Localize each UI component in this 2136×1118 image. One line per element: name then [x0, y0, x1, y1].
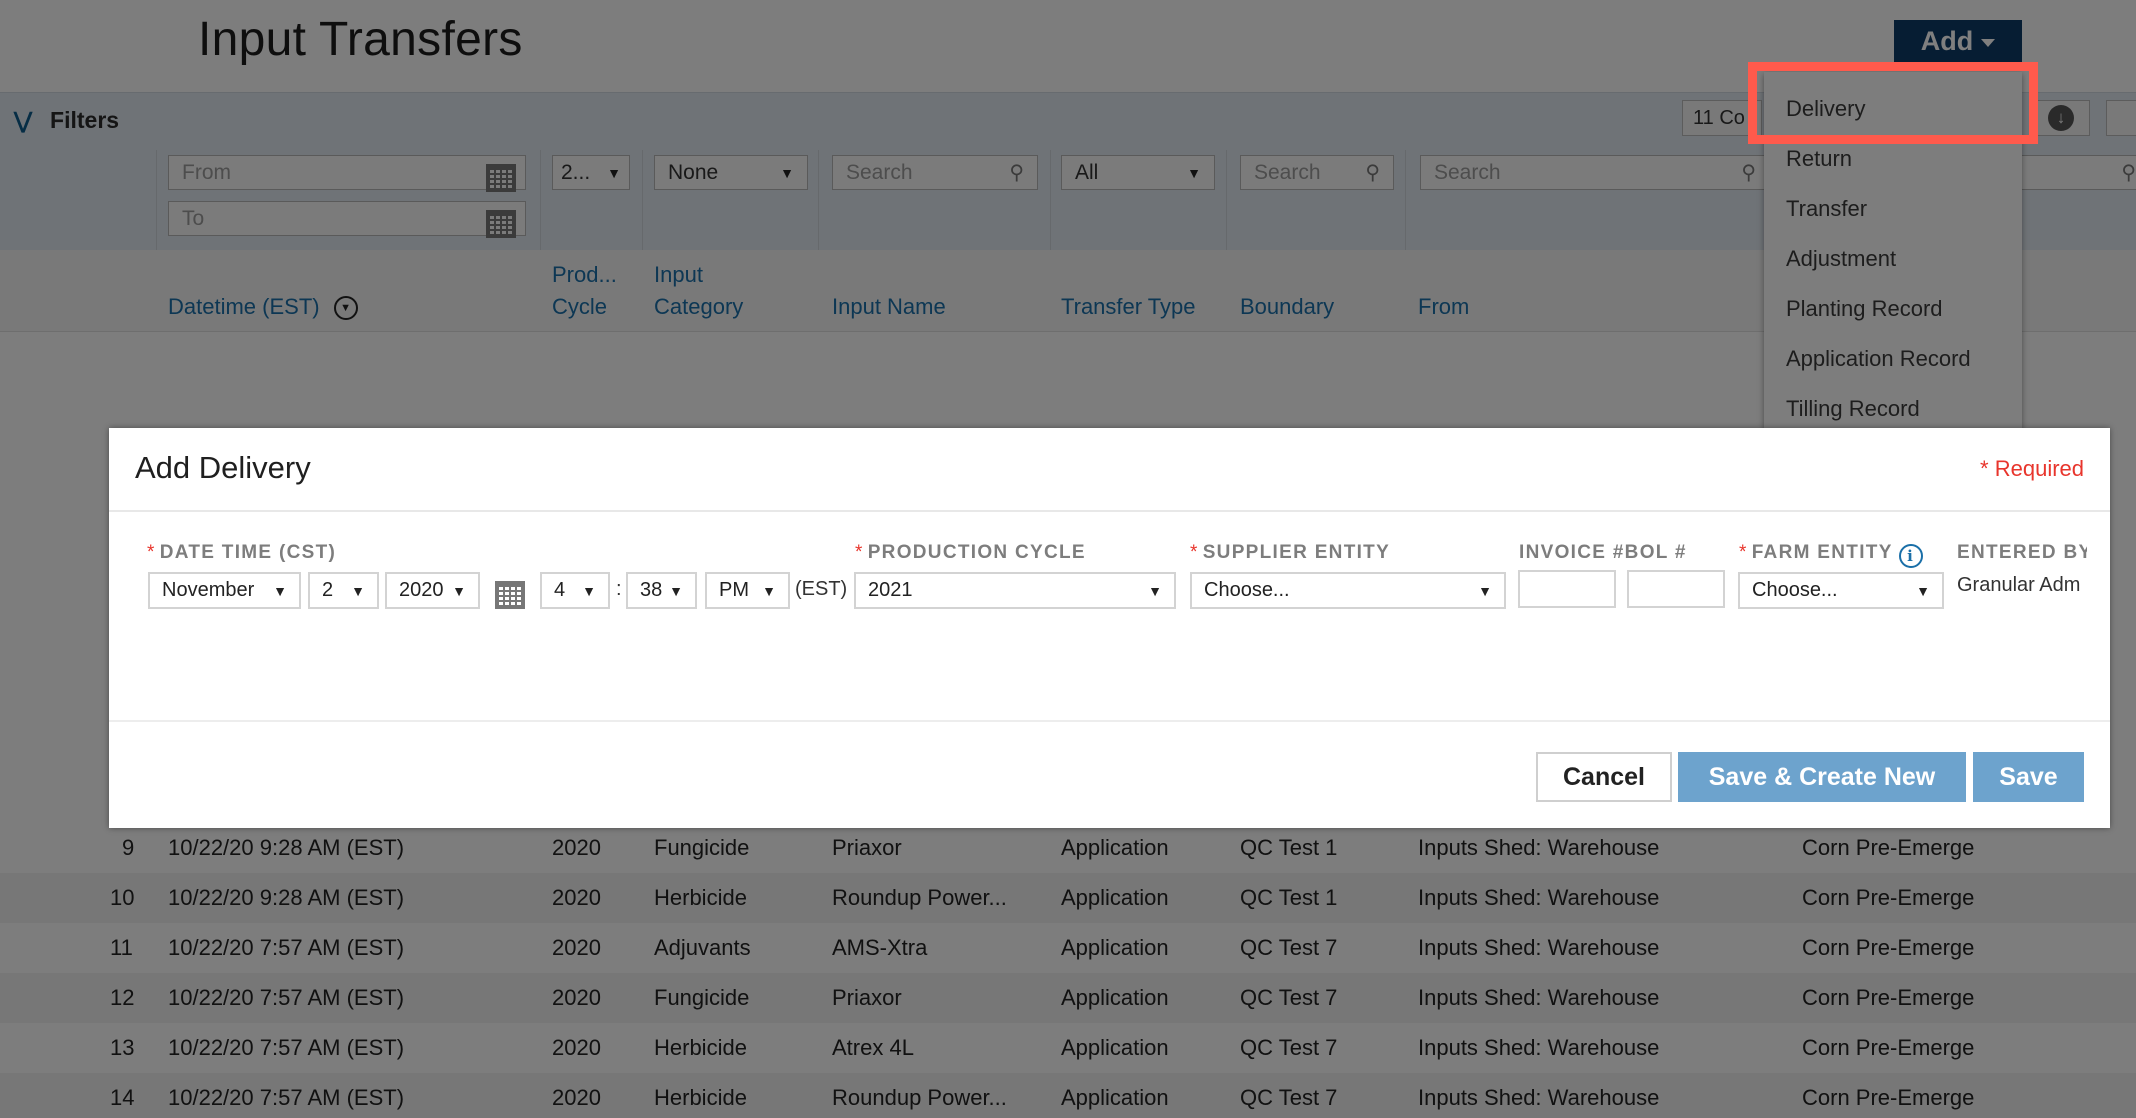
year-select[interactable]: 2020 ▼ — [385, 572, 480, 609]
modal-body: * DATE TIME (CST) November ▼ 2 ▼ 2020 ▼ 4 ▼ :… — [109, 512, 2110, 722]
required-asterisk: * — [855, 542, 864, 563]
dropdown-arrow-icon: ▼ — [762, 582, 776, 599]
menu-item-tilling-record[interactable]: Tilling Record — [1764, 384, 2022, 434]
entered-by-value: Granular Adm — [1957, 574, 2081, 596]
save-and-create-new-button[interactable]: Save & Create New — [1678, 752, 1966, 802]
day-select[interactable]: 2 ▼ — [308, 572, 379, 609]
menu-item-planting-record[interactable]: Planting Record — [1764, 284, 2022, 334]
dropdown-arrow-icon: ▼ — [1148, 582, 1162, 599]
timezone-label: (EST) — [795, 578, 848, 600]
dropdown-arrow-icon: ▼ — [582, 582, 596, 599]
hour-value: 4 — [554, 579, 566, 601]
supplier-entity-value: Choose... — [1204, 579, 1290, 601]
month-value: November — [162, 579, 255, 601]
farm-entity-label-text: FARM ENTITY — [1751, 542, 1893, 563]
production-cycle-value: 2021 — [868, 579, 913, 601]
ampm-select[interactable]: PM ▼ — [705, 572, 790, 609]
farm-entity-value: Choose... — [1752, 579, 1838, 601]
bol-number-input[interactable] — [1627, 570, 1725, 608]
minute-value: 38 — [640, 579, 663, 601]
production-cycle-select[interactable]: 2021 ▼ — [854, 572, 1176, 609]
month-select[interactable]: November ▼ — [148, 572, 301, 609]
modal-header: Add Delivery * Required — [109, 428, 2110, 512]
day-value: 2 — [322, 579, 334, 601]
save-button[interactable]: Save — [1973, 752, 2084, 802]
dropdown-arrow-icon: ▼ — [452, 582, 466, 599]
delivery-highlight-annotation — [1748, 62, 2038, 144]
info-icon[interactable]: i — [1898, 544, 1923, 568]
time-separator: : — [616, 578, 622, 600]
dropdown-arrow-icon: ▼ — [1478, 582, 1492, 599]
supplier-entity-select[interactable]: Choose... ▼ — [1190, 572, 1506, 609]
menu-item-application-record[interactable]: Application Record — [1764, 334, 2022, 384]
farm-entity-label: * FARM ENTITY i — [1739, 542, 1923, 568]
production-cycle-label-text: PRODUCTION CYCLE — [867, 542, 1086, 563]
menu-item-adjustment[interactable]: Adjustment — [1764, 234, 2022, 284]
required-note: * Required — [1980, 456, 2084, 481]
ampm-value: PM — [719, 579, 749, 601]
cancel-button[interactable]: Cancel — [1536, 752, 1672, 802]
modal-footer: Cancel Save & Create New Save — [109, 722, 2110, 826]
menu-item-transfer[interactable]: Transfer — [1764, 184, 2022, 234]
dropdown-arrow-icon: ▼ — [1916, 582, 1930, 599]
datetime-label-text: DATE TIME (CST) — [159, 542, 337, 563]
invoice-number-input[interactable] — [1518, 570, 1616, 608]
entered-by-label: ENTERED BY — [1957, 542, 2087, 563]
dropdown-arrow-icon: ▼ — [273, 582, 287, 599]
supplier-entity-label: * SUPPLIER ENTITY — [1190, 542, 1390, 564]
supplier-entity-label-text: SUPPLIER ENTITY — [1202, 542, 1391, 563]
required-asterisk: * — [1739, 542, 1748, 563]
production-cycle-label: * PRODUCTION CYCLE — [855, 542, 1086, 564]
modal-title: Add Delivery — [135, 450, 311, 485]
add-delivery-modal: Add Delivery * Required * DATE TIME (CST)… — [109, 428, 2110, 828]
minute-select[interactable]: 38 ▼ — [626, 572, 697, 609]
dropdown-arrow-icon: ▼ — [351, 582, 365, 599]
required-asterisk: * — [1190, 542, 1199, 563]
dropdown-arrow-icon: ▼ — [669, 582, 683, 599]
invoice-bol-label: INVOICE #BOL # — [1519, 542, 1687, 563]
hour-select[interactable]: 4 ▼ — [540, 572, 610, 609]
farm-entity-select[interactable]: Choose... ▼ — [1738, 572, 1944, 609]
calendar-icon[interactable] — [495, 578, 525, 609]
year-value: 2020 — [399, 579, 444, 601]
datetime-label: * DATE TIME (CST) — [147, 542, 336, 564]
required-asterisk: * — [147, 542, 156, 563]
